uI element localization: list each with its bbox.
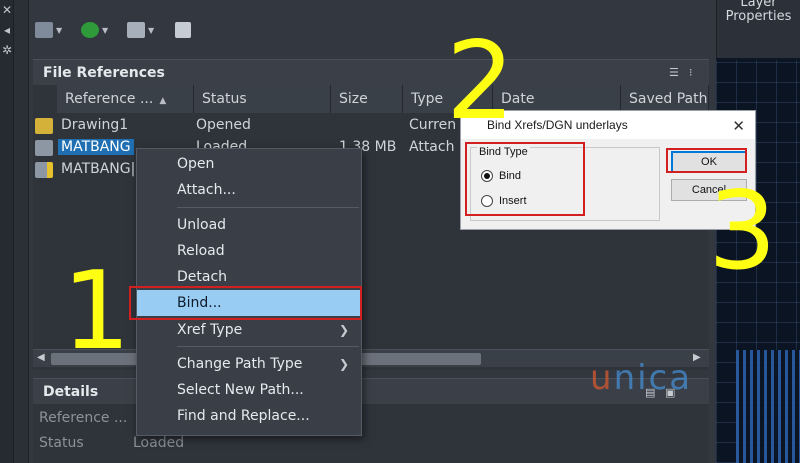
scroll-right-icon[interactable]: ▶	[693, 352, 701, 363]
change-path-icon	[127, 22, 145, 38]
change-path-button[interactable]: ▼	[127, 20, 154, 40]
settings-icon[interactable]: ✲	[0, 40, 14, 60]
menu-item-reload[interactable]: Reload	[137, 238, 361, 264]
watermark-logo: unica	[590, 358, 692, 398]
menu-item-unload[interactable]: Unload	[137, 212, 361, 238]
help-icon	[175, 22, 191, 38]
xref-icon	[35, 140, 53, 156]
palette-toolbar: ▼ ▼ ▼	[29, 0, 717, 58]
column-header-size[interactable]: Size	[331, 85, 403, 113]
layer-properties-label: Layer Properties	[725, 0, 792, 24]
menu-item-find-and-replace[interactable]: Find and Replace...	[137, 403, 361, 429]
pin-icon[interactable]: ◂	[0, 20, 14, 40]
drawing-icon	[35, 118, 53, 134]
step-number-3: 3	[708, 169, 777, 294]
section-title: Details	[43, 384, 99, 400]
tree-view-icon[interactable]: ⁝	[689, 66, 701, 79]
help-button[interactable]	[175, 20, 191, 40]
menu-item-xref-type[interactable]: Xref Type ❯	[137, 317, 361, 343]
submenu-arrow-icon: ❯	[338, 357, 349, 371]
file-references-header[interactable]: File References ☰ ⁝	[33, 59, 709, 85]
menu-separator	[177, 346, 359, 347]
dropdown-arrow-icon[interactable]: ▼	[102, 26, 108, 35]
watermark-text: nica	[613, 358, 693, 398]
scroll-left-icon[interactable]: ◀	[37, 352, 45, 363]
menu-item-label: Change Path Type	[177, 356, 303, 372]
refresh-button[interactable]: ▼	[81, 20, 108, 40]
refresh-icon	[81, 22, 99, 38]
detail-label: Reference ...	[39, 410, 128, 426]
watermark-letter: u	[590, 358, 614, 398]
reference-name: Drawing1	[61, 117, 129, 133]
attach-dwg-button[interactable]: ▼	[35, 20, 62, 40]
menu-item-label: Xref Type	[177, 322, 243, 338]
menu-item-select-new-path[interactable]: Select New Path...	[137, 377, 361, 403]
attach-dwg-icon	[35, 22, 53, 38]
details-panel: Reference ... Status Loaded	[33, 404, 709, 463]
reference-name: MATBANG|L	[61, 161, 144, 177]
column-label: Status	[202, 91, 247, 107]
highlight-box-bind-type	[465, 142, 585, 216]
layer-properties-tab[interactable]: Layer Properties	[716, 0, 800, 58]
menu-item-change-path-type[interactable]: Change Path Type ❯	[137, 351, 361, 377]
dropdown-arrow-icon[interactable]: ▼	[56, 26, 62, 35]
xref-warning-icon	[35, 162, 53, 178]
list-view-icon[interactable]: ☰	[669, 66, 681, 79]
step-number-1: 1	[62, 249, 131, 374]
menu-item-open[interactable]: Open	[137, 151, 361, 177]
detail-value: Loaded	[133, 435, 185, 451]
column-label: Size	[339, 91, 368, 107]
drawing-content	[736, 350, 800, 463]
detail-label: Status	[39, 435, 84, 451]
reference-status: Opened	[196, 117, 251, 133]
close-icon[interactable]: ✕	[732, 117, 745, 135]
column-label: Reference ...	[65, 91, 154, 107]
sort-ascending-icon: ▲	[159, 96, 167, 106]
section-title: File References	[43, 65, 165, 81]
column-header-status[interactable]: Status	[194, 85, 331, 113]
reference-name: MATBANG	[58, 139, 134, 155]
dropdown-arrow-icon[interactable]: ▼	[148, 26, 154, 35]
step-number-2: 2	[446, 19, 515, 144]
column-label: Saved Path	[629, 91, 708, 107]
menu-separator	[177, 207, 359, 208]
column-header-saved-path[interactable]: Saved Path	[621, 85, 709, 113]
palette-title-strip: ✕ ◂ ✲	[0, 0, 14, 463]
column-label: Type	[411, 91, 444, 107]
close-icon[interactable]: ✕	[0, 0, 14, 20]
column-header-reference[interactable]: Reference ... ▲	[57, 85, 194, 113]
submenu-arrow-icon: ❯	[338, 323, 349, 337]
menu-item-attach[interactable]: Attach...	[137, 177, 361, 203]
highlight-box-bind	[129, 286, 362, 320]
